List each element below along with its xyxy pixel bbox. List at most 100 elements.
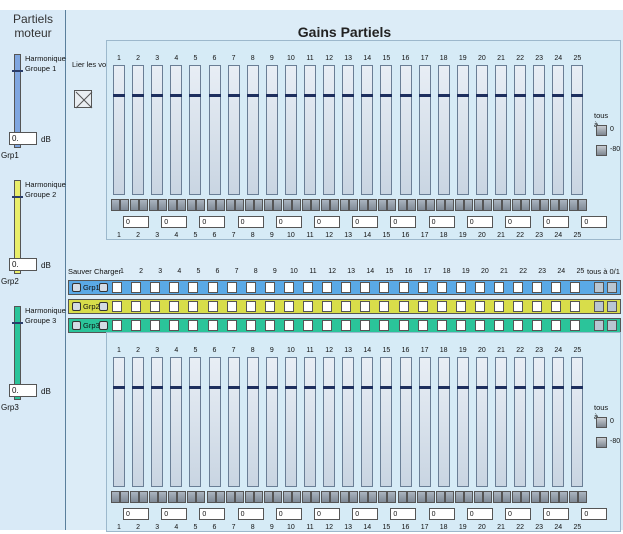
fader-reset-button[interactable] bbox=[311, 199, 320, 211]
fader-knob[interactable] bbox=[552, 94, 565, 97]
fader-knob[interactable] bbox=[437, 94, 450, 97]
partial-group-checkbox[interactable] bbox=[169, 320, 180, 331]
partial-group-checkbox[interactable] bbox=[188, 301, 199, 312]
fader-reset-button[interactable] bbox=[139, 199, 149, 211]
gain-fader[interactable] bbox=[342, 357, 355, 487]
partial-group-checkbox[interactable] bbox=[494, 320, 504, 331]
fader-reset-button[interactable] bbox=[196, 491, 206, 503]
gain-fader[interactable] bbox=[361, 65, 374, 195]
gain-fader[interactable] bbox=[189, 357, 202, 487]
partial-group-checkbox[interactable] bbox=[131, 301, 142, 312]
fader-reset-button[interactable] bbox=[493, 491, 502, 503]
fader-reset-button[interactable] bbox=[168, 491, 178, 503]
fader-knob[interactable] bbox=[304, 386, 316, 389]
save-group-button[interactable] bbox=[72, 283, 81, 292]
gain-fader[interactable] bbox=[342, 65, 355, 195]
partial-group-checkbox[interactable] bbox=[360, 320, 371, 331]
fader-reset-button[interactable] bbox=[531, 199, 541, 211]
save-group-button[interactable] bbox=[72, 321, 81, 330]
fader-reset-button[interactable] bbox=[340, 199, 350, 211]
fader-reset-button[interactable] bbox=[378, 199, 388, 211]
fader-reset-button[interactable] bbox=[502, 199, 511, 211]
gain-fader[interactable] bbox=[495, 65, 507, 195]
fader-reset-button[interactable] bbox=[416, 199, 426, 211]
fader-knob[interactable] bbox=[227, 386, 240, 389]
gain-fader[interactable] bbox=[208, 357, 221, 487]
group-gain-input[interactable]: 0. bbox=[9, 258, 37, 271]
fader-reset-button[interactable] bbox=[349, 199, 359, 211]
partial-group-checkbox[interactable] bbox=[226, 320, 237, 331]
fader-value-field[interactable]: 0 bbox=[543, 508, 570, 520]
fader-value-field[interactable]: 0 bbox=[428, 216, 455, 228]
fader-reset-button[interactable] bbox=[263, 199, 273, 211]
partial-group-checkbox[interactable] bbox=[322, 301, 333, 312]
fader-reset-button[interactable] bbox=[482, 199, 492, 211]
fader-knob[interactable] bbox=[418, 386, 431, 389]
load-group-button[interactable] bbox=[99, 283, 108, 292]
fader-knob[interactable] bbox=[571, 386, 584, 389]
partial-group-checkbox[interactable] bbox=[436, 282, 447, 293]
fader-reset-button[interactable] bbox=[272, 491, 282, 503]
fader-reset-button[interactable] bbox=[569, 491, 579, 503]
gain-fader[interactable] bbox=[437, 65, 450, 195]
fader-reset-button[interactable] bbox=[321, 491, 331, 503]
partial-group-checkbox[interactable] bbox=[474, 282, 485, 293]
fader-value-field[interactable]: 0 bbox=[581, 508, 608, 520]
partial-group-checkbox[interactable] bbox=[532, 320, 543, 331]
fader-knob[interactable] bbox=[342, 386, 355, 389]
fader-reset-button[interactable] bbox=[406, 491, 416, 503]
set-all-01-button[interactable] bbox=[607, 282, 617, 293]
partial-group-checkbox[interactable] bbox=[150, 282, 161, 293]
partial-group-checkbox[interactable] bbox=[264, 301, 275, 312]
fader-reset-button[interactable] bbox=[550, 491, 560, 503]
fader-knob[interactable] bbox=[475, 386, 488, 389]
gain-fader[interactable] bbox=[437, 357, 450, 487]
fader-knob[interactable] bbox=[342, 94, 355, 97]
fader-knob[interactable] bbox=[399, 386, 412, 389]
gain-fader[interactable] bbox=[151, 65, 164, 195]
fader-reset-button[interactable] bbox=[120, 199, 129, 211]
fader-knob[interactable] bbox=[437, 386, 450, 389]
fader-reset-button[interactable] bbox=[234, 491, 244, 503]
fader-reset-button[interactable] bbox=[215, 491, 225, 503]
fader-reset-button[interactable] bbox=[444, 491, 454, 503]
fader-knob[interactable] bbox=[284, 386, 297, 389]
fader-reset-button[interactable] bbox=[187, 199, 197, 211]
fader-knob[interactable] bbox=[380, 94, 393, 97]
fader-value-field[interactable]: 0 bbox=[390, 508, 417, 520]
fader-reset-button[interactable] bbox=[349, 491, 359, 503]
gain-fader[interactable] bbox=[265, 65, 278, 195]
fader-knob[interactable] bbox=[170, 94, 183, 97]
partial-group-checkbox[interactable] bbox=[455, 301, 466, 312]
fader-reset-button[interactable] bbox=[120, 491, 129, 503]
partial-group-checkbox[interactable] bbox=[379, 301, 390, 312]
gain-fader[interactable] bbox=[246, 65, 259, 195]
partial-group-checkbox[interactable] bbox=[150, 301, 161, 312]
partial-group-checkbox[interactable] bbox=[570, 282, 581, 293]
partial-group-checkbox[interactable] bbox=[169, 282, 180, 293]
fader-reset-button[interactable] bbox=[158, 199, 168, 211]
fader-value-field[interactable]: 0 bbox=[505, 216, 531, 228]
fader-reset-button[interactable] bbox=[435, 491, 445, 503]
fader-knob[interactable] bbox=[265, 94, 278, 97]
gain-fader[interactable] bbox=[380, 357, 393, 487]
fader-knob[interactable] bbox=[246, 386, 259, 389]
fader-reset-button[interactable] bbox=[263, 491, 273, 503]
fader-value-field[interactable]: 0 bbox=[123, 216, 149, 228]
fader-reset-button[interactable] bbox=[177, 491, 187, 503]
fader-knob[interactable] bbox=[189, 94, 202, 97]
fader-reset-button[interactable] bbox=[311, 491, 320, 503]
fader-reset-button[interactable] bbox=[111, 199, 120, 211]
gain-fader[interactable] bbox=[113, 65, 125, 195]
fader-reset-button[interactable] bbox=[253, 199, 263, 211]
fader-reset-button[interactable] bbox=[272, 199, 282, 211]
fader-reset-button[interactable] bbox=[302, 491, 311, 503]
set-all-0-button[interactable] bbox=[596, 125, 607, 136]
partial-group-checkbox[interactable] bbox=[455, 320, 466, 331]
partial-group-checkbox[interactable] bbox=[207, 301, 218, 312]
fader-reset-button[interactable] bbox=[359, 491, 369, 503]
partial-group-checkbox[interactable] bbox=[474, 301, 485, 312]
gain-fader[interactable] bbox=[456, 357, 469, 487]
fader-value-field[interactable]: 0 bbox=[314, 216, 340, 228]
fader-value-field[interactable]: 0 bbox=[466, 508, 493, 520]
